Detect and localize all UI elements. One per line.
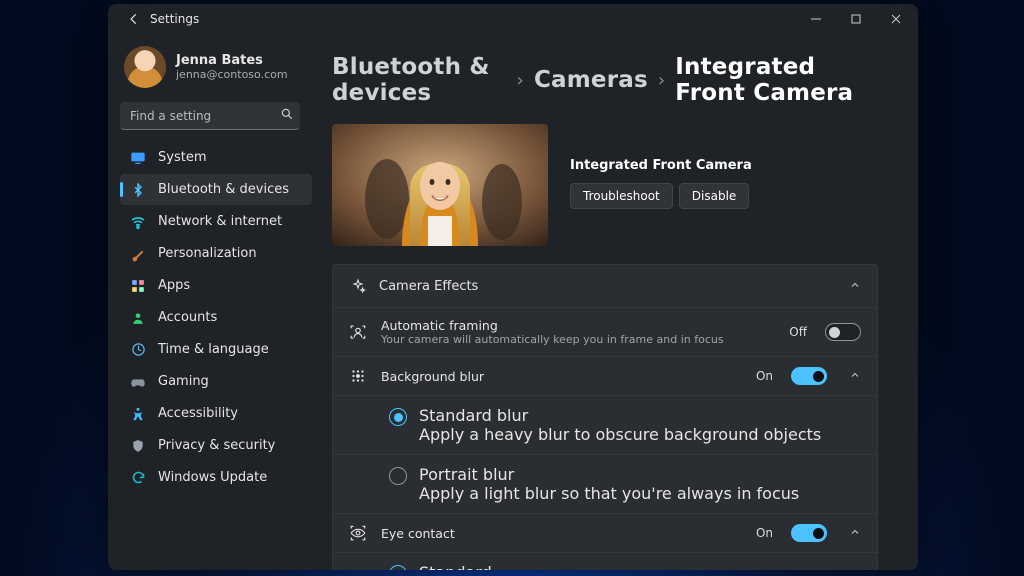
- radio-option-eye-standard[interactable]: Standard Make eye contact even when you'…: [333, 552, 877, 570]
- apps-icon: [130, 278, 146, 294]
- display-icon: [130, 150, 146, 166]
- radio-button[interactable]: [389, 467, 407, 485]
- camera-name: Integrated Front Camera: [570, 158, 752, 173]
- user-name: Jenna Bates: [176, 53, 288, 68]
- eye-contact-icon: [349, 524, 367, 542]
- bluetooth-icon: [130, 182, 146, 198]
- sidebar-item-gaming[interactable]: Gaming: [120, 366, 312, 397]
- automatic-framing-toggle[interactable]: [825, 323, 861, 341]
- sidebar-item-privacy-security[interactable]: Privacy & security: [120, 430, 312, 461]
- person-icon: [130, 310, 146, 326]
- radio-button[interactable]: [389, 565, 407, 570]
- section-title: Camera Effects: [379, 279, 478, 294]
- search-box: [120, 102, 312, 130]
- user-card[interactable]: Jenna Bates jenna@contoso.com: [120, 40, 312, 98]
- gamepad-icon: [130, 374, 146, 390]
- sidebar-item-label: Network & internet: [158, 214, 282, 229]
- sidebar-item-accounts[interactable]: Accounts: [120, 302, 312, 333]
- sidebar-item-label: Apps: [158, 278, 190, 293]
- option-title: Standard blur: [419, 406, 821, 425]
- chevron-up-icon[interactable]: [849, 369, 861, 384]
- sidebar-item-label: Windows Update: [158, 470, 267, 485]
- user-email: jenna@contoso.com: [176, 68, 288, 81]
- settings-window: Settings Jenna Bates jenna@contoso.com: [108, 4, 918, 570]
- setting-title: Background blur: [381, 369, 484, 384]
- camera-effects-panel: Camera Effects Automatic framing Your ca…: [332, 264, 878, 570]
- setting-title: Automatic framing: [381, 318, 724, 333]
- sparkle-icon: [349, 277, 367, 295]
- back-button[interactable]: [120, 12, 148, 26]
- sidebar-item-network[interactable]: Network & internet: [120, 206, 312, 237]
- sidebar-item-label: Time & language: [158, 342, 269, 357]
- camera-preview: [332, 124, 548, 246]
- chevron-up-icon: [849, 279, 861, 294]
- troubleshoot-button[interactable]: Troubleshoot: [570, 183, 673, 209]
- toggle-state-label: On: [756, 369, 773, 383]
- sidebar-item-personalization[interactable]: Personalization: [120, 238, 312, 269]
- sidebar-item-bluetooth-devices[interactable]: Bluetooth & devices: [120, 174, 312, 205]
- option-title: Standard: [419, 563, 861, 570]
- toggle-state-label: Off: [789, 325, 807, 339]
- update-icon: [130, 470, 146, 486]
- option-title: Portrait blur: [419, 465, 799, 484]
- toggle-state-label: On: [756, 526, 773, 540]
- titlebar: Settings: [108, 4, 918, 34]
- radio-option-standard-blur[interactable]: Standard blur Apply a heavy blur to obsc…: [333, 395, 877, 454]
- option-desc: Apply a heavy blur to obscure background…: [419, 425, 821, 444]
- nav-list: System Bluetooth & devices Network & int…: [120, 142, 312, 493]
- window-maximize-button[interactable]: [836, 5, 876, 33]
- sidebar-item-time-language[interactable]: Time & language: [120, 334, 312, 365]
- window-close-button[interactable]: [876, 5, 916, 33]
- breadcrumb-cameras[interactable]: Cameras: [534, 67, 648, 93]
- wifi-icon: [130, 214, 146, 230]
- breadcrumb-current: Integrated Front Camera: [675, 54, 890, 106]
- main-content: Bluetooth & devices › Cameras › Integrat…: [320, 34, 918, 570]
- sidebar-item-label: Privacy & security: [158, 438, 275, 453]
- sidebar-item-accessibility[interactable]: Accessibility: [120, 398, 312, 429]
- window-minimize-button[interactable]: [796, 5, 836, 33]
- app-title: Settings: [150, 12, 199, 26]
- option-desc: Apply a light blur so that you're always…: [419, 484, 799, 503]
- avatar: [124, 46, 166, 88]
- shield-icon: [130, 438, 146, 454]
- chevron-right-icon: ›: [517, 70, 524, 91]
- sidebar-item-label: Gaming: [158, 374, 209, 389]
- setting-row-eye-contact: Eye contact On: [333, 513, 877, 552]
- sidebar-item-label: System: [158, 150, 206, 165]
- chevron-right-icon: ›: [658, 70, 665, 91]
- radio-option-portrait-blur[interactable]: Portrait blur Apply a light blur so that…: [333, 454, 877, 513]
- sidebar-item-system[interactable]: System: [120, 142, 312, 173]
- search-icon: [280, 107, 294, 125]
- clock-globe-icon: [130, 342, 146, 358]
- sidebar-item-label: Bluetooth & devices: [158, 182, 289, 197]
- paintbrush-icon: [130, 246, 146, 262]
- accessibility-icon: [130, 406, 146, 422]
- chevron-up-icon[interactable]: [849, 526, 861, 541]
- eye-contact-toggle[interactable]: [791, 524, 827, 542]
- background-blur-toggle[interactable]: [791, 367, 827, 385]
- setting-row-automatic-framing: Automatic framing Your camera will autom…: [333, 307, 877, 356]
- breadcrumb-root[interactable]: Bluetooth & devices: [332, 54, 507, 106]
- setting-title: Eye contact: [381, 526, 455, 541]
- person-frame-icon: [349, 323, 367, 341]
- camera-effects-header[interactable]: Camera Effects: [333, 265, 877, 307]
- sidebar-item-apps[interactable]: Apps: [120, 270, 312, 301]
- radio-button[interactable]: [389, 408, 407, 426]
- disable-button[interactable]: Disable: [679, 183, 750, 209]
- sidebar-item-label: Personalization: [158, 246, 257, 261]
- blur-icon: [349, 367, 367, 385]
- setting-row-background-blur: Background blur On: [333, 356, 877, 395]
- sidebar-item-label: Accessibility: [158, 406, 238, 421]
- breadcrumb: Bluetooth & devices › Cameras › Integrat…: [332, 54, 890, 106]
- sidebar-item-windows-update[interactable]: Windows Update: [120, 462, 312, 493]
- search-input[interactable]: [120, 102, 300, 130]
- sidebar: Jenna Bates jenna@contoso.com System Blu…: [108, 34, 320, 570]
- setting-desc: Your camera will automatically keep you …: [381, 333, 724, 346]
- sidebar-item-label: Accounts: [158, 310, 217, 325]
